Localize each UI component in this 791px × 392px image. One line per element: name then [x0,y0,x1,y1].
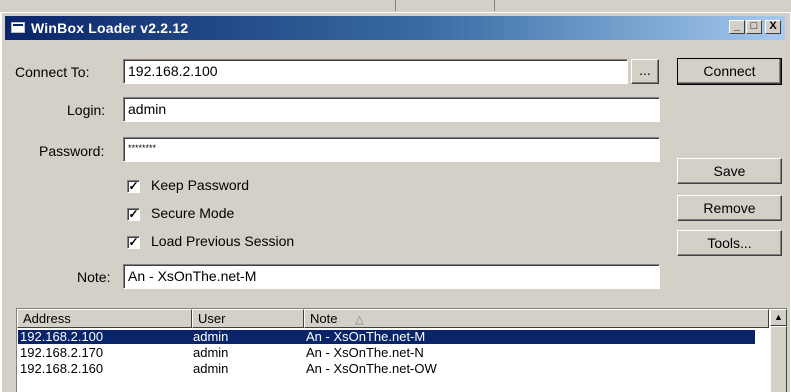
connect-to-label: Connect To: [15,64,90,80]
app-window-icon [11,22,25,33]
row-address: 192.168.2.100 [20,329,104,344]
column-note[interactable]: Note △ [304,309,769,328]
tools-button[interactable]: Tools... [677,230,782,256]
row-address: 192.168.2.170 [20,345,104,360]
column-note-label: Note [310,311,338,326]
row-user: admin [193,345,229,360]
table-row[interactable]: 192.168.2.170 admin An - XsOnThe.net-N [18,346,755,360]
table-row[interactable]: 192.168.2.100 admin An - XsOnThe.net-M [18,330,755,344]
window-title: WinBox Loader v2.2.12 [31,20,189,36]
maximize-button[interactable]: □ [746,20,762,34]
keep-password-checkbox[interactable]: ✓ [127,180,140,193]
connect-button[interactable]: Connect [677,58,782,85]
row-note: An - XsOnThe.net-M [306,329,426,344]
column-user[interactable]: User [192,309,304,328]
vertical-scrollbar[interactable]: ▲ [770,309,787,392]
note-field[interactable]: An - XsOnThe.net-M [123,264,660,289]
list-header: Address User Note △ [17,309,769,328]
keep-password-label[interactable]: Keep Password [151,177,249,193]
password-label: Password: [39,143,105,159]
sort-ascending-icon: △ [355,314,364,326]
login-field[interactable]: admin [123,97,660,122]
secure-mode-checkbox[interactable]: ✓ [127,208,140,221]
note-label: Note: [77,269,111,285]
background-segment [0,0,396,11]
load-previous-session-label[interactable]: Load Previous Session [151,233,294,249]
load-previous-session-checkbox[interactable]: ✓ [127,236,140,249]
background-segment [396,0,495,11]
secure-mode-label[interactable]: Secure Mode [151,205,234,221]
save-button[interactable]: Save [677,158,782,184]
password-field[interactable]: ******** [123,137,660,162]
row-user: admin [193,361,229,376]
table-row[interactable]: 192.168.2.160 admin An - XsOnThe.net-OW [18,362,755,376]
row-note: An - XsOnThe.net-OW [306,361,437,376]
row-address: 192.168.2.160 [20,361,104,376]
browse-button[interactable]: ... [631,59,659,84]
row-note: An - XsOnThe.net-N [306,345,424,360]
close-button[interactable]: X [765,20,781,34]
remove-button[interactable]: Remove [677,195,782,221]
row-user: admin [193,329,229,344]
scroll-up-arrow-icon[interactable]: ▲ [770,309,787,326]
background-window-strip [0,0,791,12]
sessions-list[interactable]: Address User Note △ 192.168.2.100 admin … [16,308,787,392]
scroll-thumb[interactable] [770,326,787,392]
connect-to-field[interactable]: 192.168.2.100 [123,59,628,84]
title-bar[interactable]: WinBox Loader v2.2.12 _ □ X [5,16,785,40]
minimize-button[interactable]: _ [729,20,745,34]
login-label: Login: [67,102,106,118]
column-address[interactable]: Address [17,309,192,328]
